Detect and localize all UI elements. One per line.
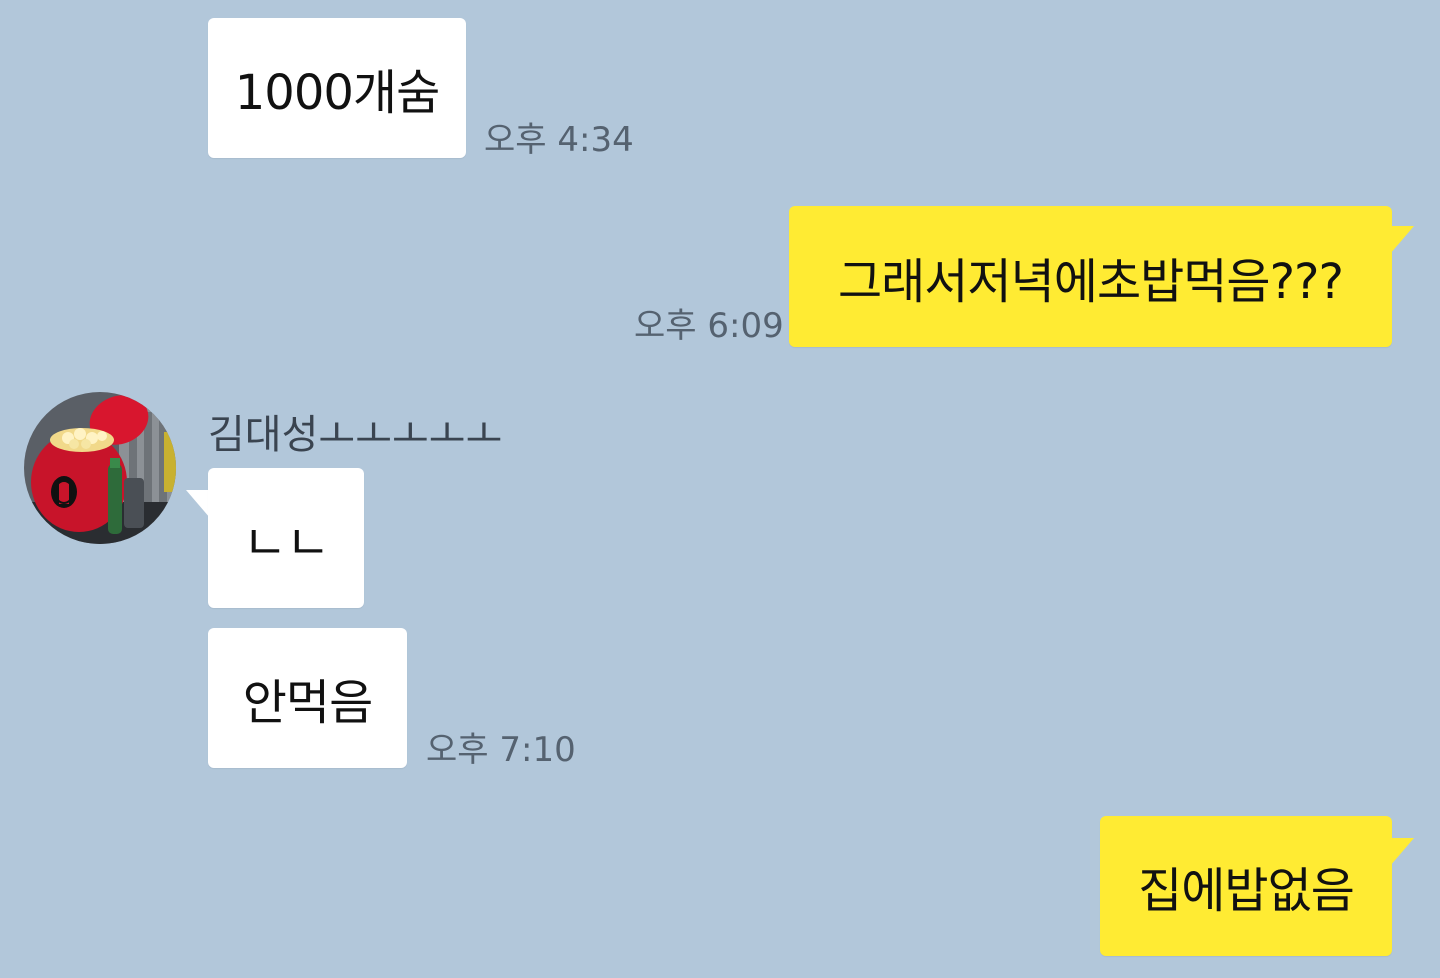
message-time: 오후 4:34	[484, 120, 634, 160]
deadpool-popcorn-avatar-icon	[24, 392, 176, 544]
message-time: 오후 7:10	[426, 730, 576, 770]
bubble-tail	[1390, 226, 1414, 254]
message-text: 집에밥없음	[1138, 863, 1355, 919]
avatar[interactable]	[24, 392, 176, 544]
message-bubble-incoming[interactable]: ㄴㄴ	[208, 468, 364, 608]
message-time: 오후 6:09	[634, 306, 784, 346]
message-bubble-incoming[interactable]: 안먹음	[208, 628, 407, 768]
message-text: 그래서저녁에초밥먹음???	[837, 253, 1344, 310]
message-text: 1000개숨	[234, 65, 440, 121]
message-bubble-outgoing[interactable]: 집에밥없음	[1100, 816, 1392, 956]
message-text: 안먹음	[242, 675, 373, 731]
bubble-tail	[186, 490, 210, 518]
message-bubble-incoming[interactable]: 1000개숨	[208, 18, 466, 158]
message-bubble-outgoing[interactable]: 그래서저녁에초밥먹음???	[789, 206, 1392, 347]
message-text: ㄴㄴ	[242, 515, 330, 571]
bubble-tail	[1390, 838, 1414, 866]
sender-name: 김대성ㅗㅗㅗㅗㅗ	[208, 412, 503, 458]
